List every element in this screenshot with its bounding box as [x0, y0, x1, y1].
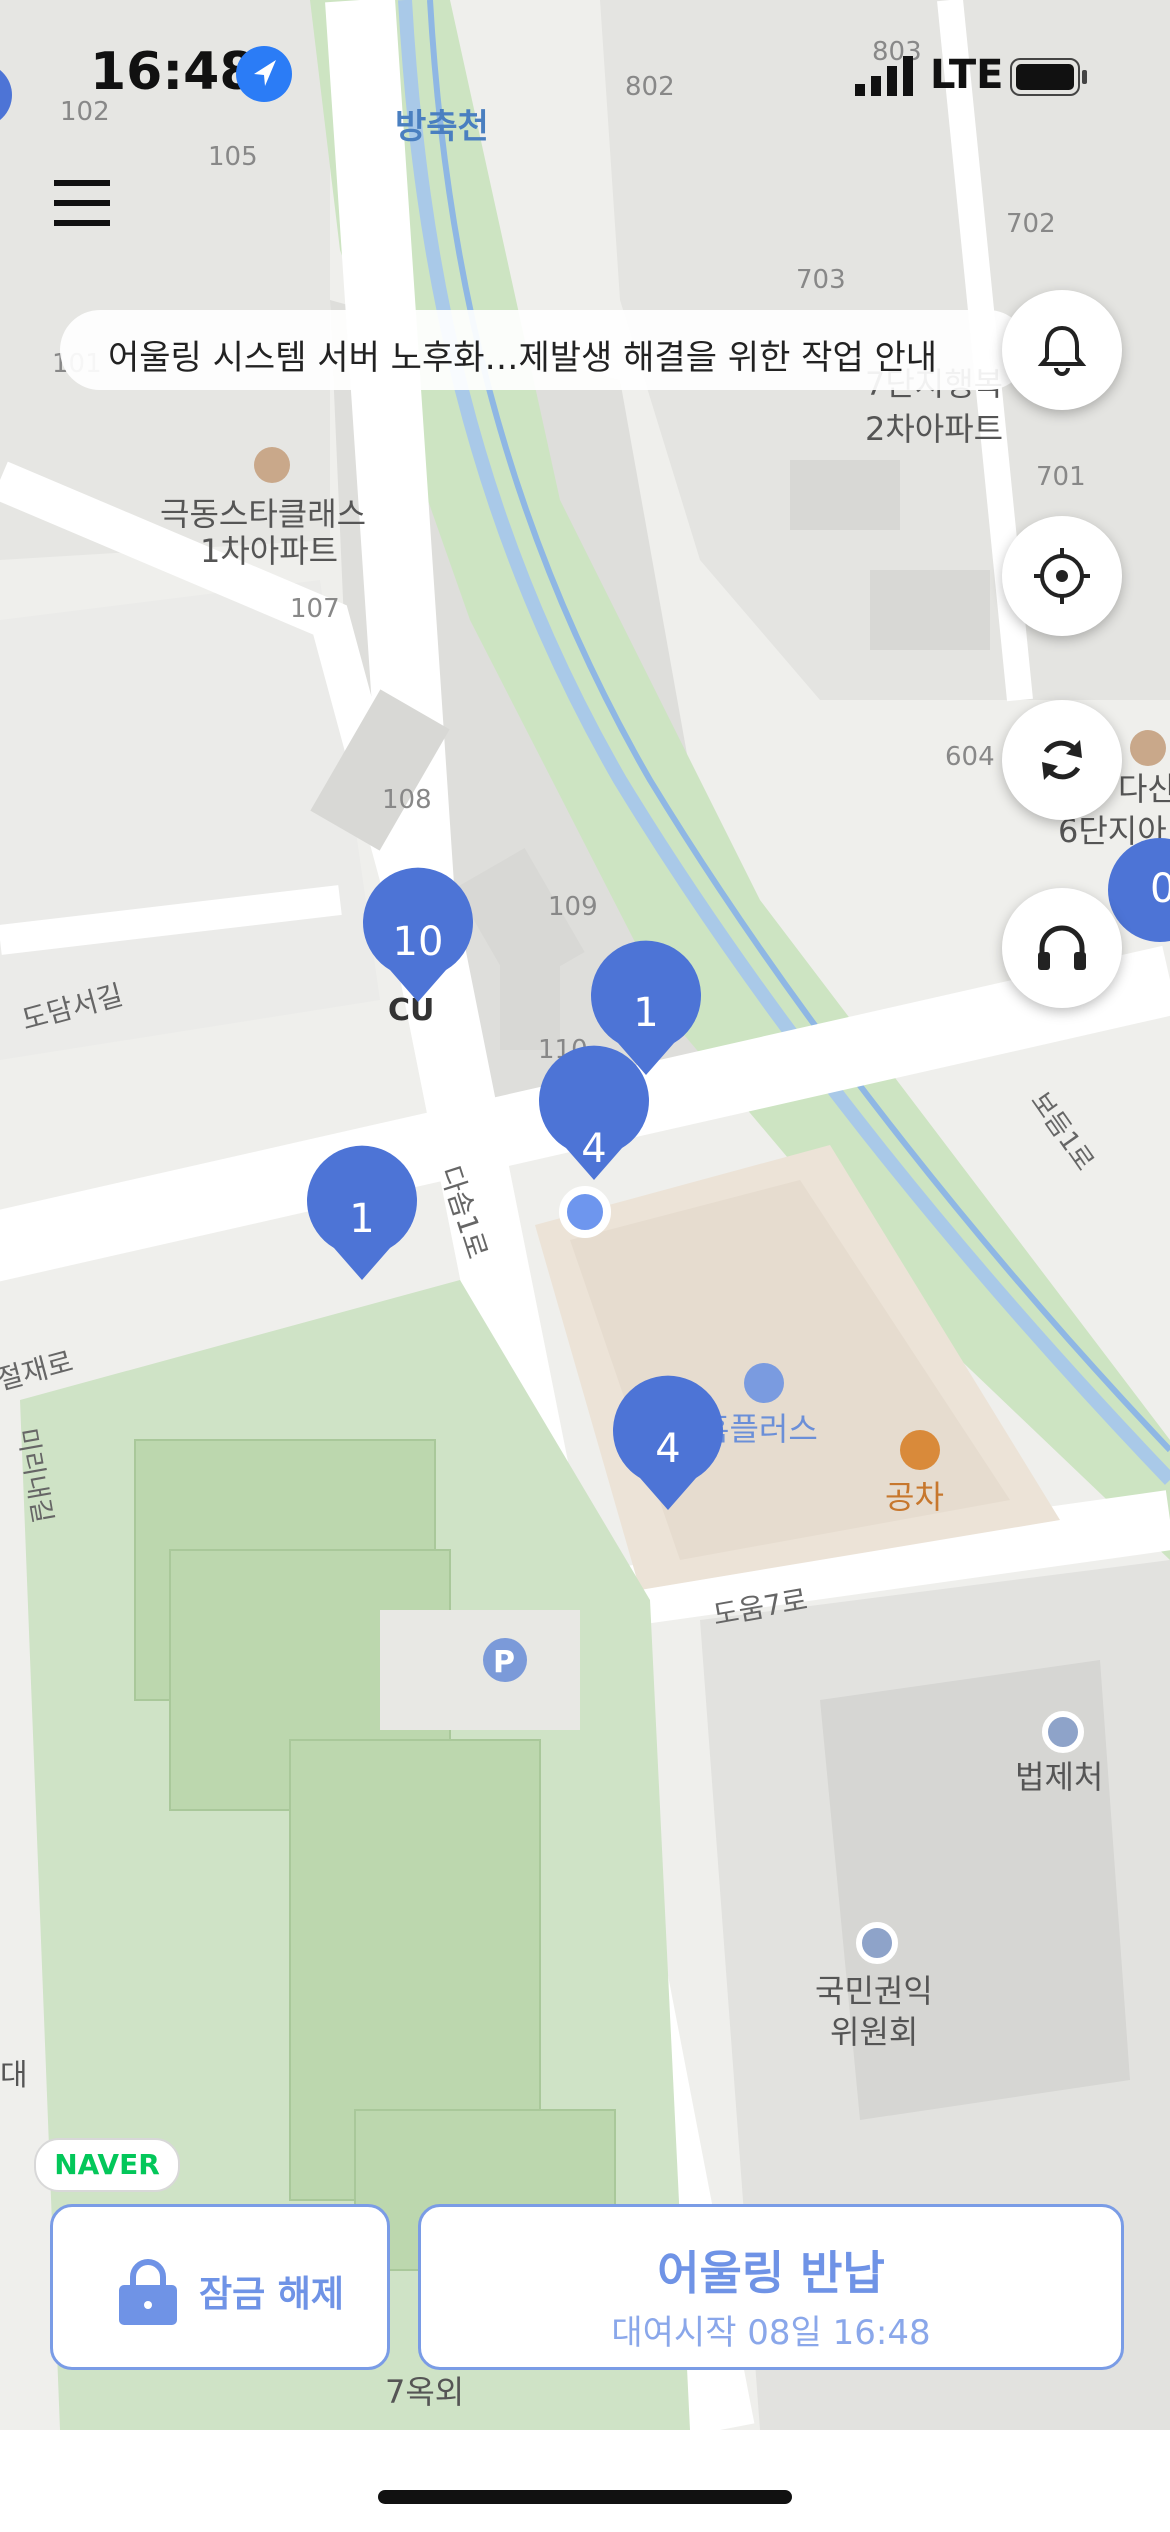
gov-poi-icon-2 — [856, 1922, 898, 1964]
notifications-button[interactable] — [1002, 290, 1122, 410]
bldg-107: 107 — [290, 594, 340, 624]
map-label-apt-a2: 1차아파트 — [200, 532, 338, 570]
crosshair-icon — [1034, 548, 1090, 604]
menu-icon[interactable] — [54, 178, 114, 230]
return-title: 어울링 반납 — [657, 2246, 885, 2300]
bldg-109: 109 — [548, 892, 598, 922]
map-label-bottom-stop: 7옥외 — [385, 2373, 464, 2411]
rental-start-time: 대여시작 08일 16:48 — [611, 2313, 931, 2353]
battery-icon — [1010, 58, 1087, 96]
map-label-apt-a: 극동스타클래스 — [160, 495, 366, 533]
svg-text:1: 1 — [633, 990, 658, 1036]
unlock-label: 잠금 해제 — [199, 2274, 345, 2315]
lock-icon — [119, 2259, 177, 2325]
headset-icon — [1038, 925, 1086, 970]
gov-poi-icon — [1042, 1711, 1084, 1753]
parking-label: P — [493, 1645, 515, 1680]
network-type: LTE — [930, 52, 1004, 98]
unlock-button[interactable]: 잠금 해제 — [50, 2204, 390, 2370]
bottom-safe-area — [0, 2430, 1170, 2532]
return-bike-button[interactable]: 어울링 반납 대여시작 08일 16:48 — [418, 2204, 1124, 2370]
naver-logo: NAVER — [34, 2138, 180, 2192]
map-label-cu: CU — [388, 993, 434, 1028]
status-time: 16:48 — [90, 42, 256, 102]
bldg-702: 702 — [1006, 209, 1056, 239]
notice-banner[interactable]: 어울링 시스템 서버 노후화…제발생 해결을 위한 작업 안내 — [60, 310, 1028, 390]
home-indicator — [378, 2490, 792, 2504]
my-location-button[interactable] — [1002, 516, 1122, 636]
map-label-gov-1: 법제처 — [1015, 1758, 1103, 1796]
bldg-703: 703 — [796, 265, 846, 295]
mart-poi-icon — [744, 1363, 784, 1403]
apartment-poi-icon — [254, 447, 290, 483]
notice-text: 어울링 시스템 서버 노후화…제발생 해결을 위한 작업 안내 — [108, 338, 938, 378]
bldg-604: 604 — [945, 742, 995, 772]
signal-icon — [855, 56, 913, 96]
refresh-icon — [1042, 740, 1082, 780]
svg-text:4: 4 — [655, 1426, 680, 1472]
cafe-poi-icon — [900, 1430, 940, 1470]
customer-support-button[interactable] — [1002, 888, 1122, 1008]
apartment-poi-icon-2 — [1130, 730, 1166, 766]
map-label-gov-2b: 위원회 — [830, 2013, 918, 2051]
status-bar: 16:48 LTE — [0, 0, 1170, 150]
svg-text:1: 1 — [349, 1196, 374, 1242]
map-label-apt-c: 다산 — [1118, 770, 1170, 808]
map-label-left-edge: 대 — [0, 2058, 28, 2093]
map-label-cafe: 공차 — [885, 1478, 944, 1516]
svg-text:0: 0 — [1150, 866, 1170, 912]
bldg-108: 108 — [382, 785, 432, 815]
map-label-gov-2: 국민권익 — [815, 1972, 933, 2010]
map-label-apt-b2: 2차아파트 — [865, 410, 1003, 448]
current-location-dot — [559, 1186, 611, 1238]
refresh-button[interactable] — [1002, 700, 1122, 820]
bell-icon — [1037, 325, 1087, 376]
svg-text:10: 10 — [393, 919, 444, 965]
svg-text:4: 4 — [581, 1126, 606, 1172]
bldg-701: 701 — [1036, 462, 1086, 492]
location-arrow-icon — [236, 46, 292, 102]
